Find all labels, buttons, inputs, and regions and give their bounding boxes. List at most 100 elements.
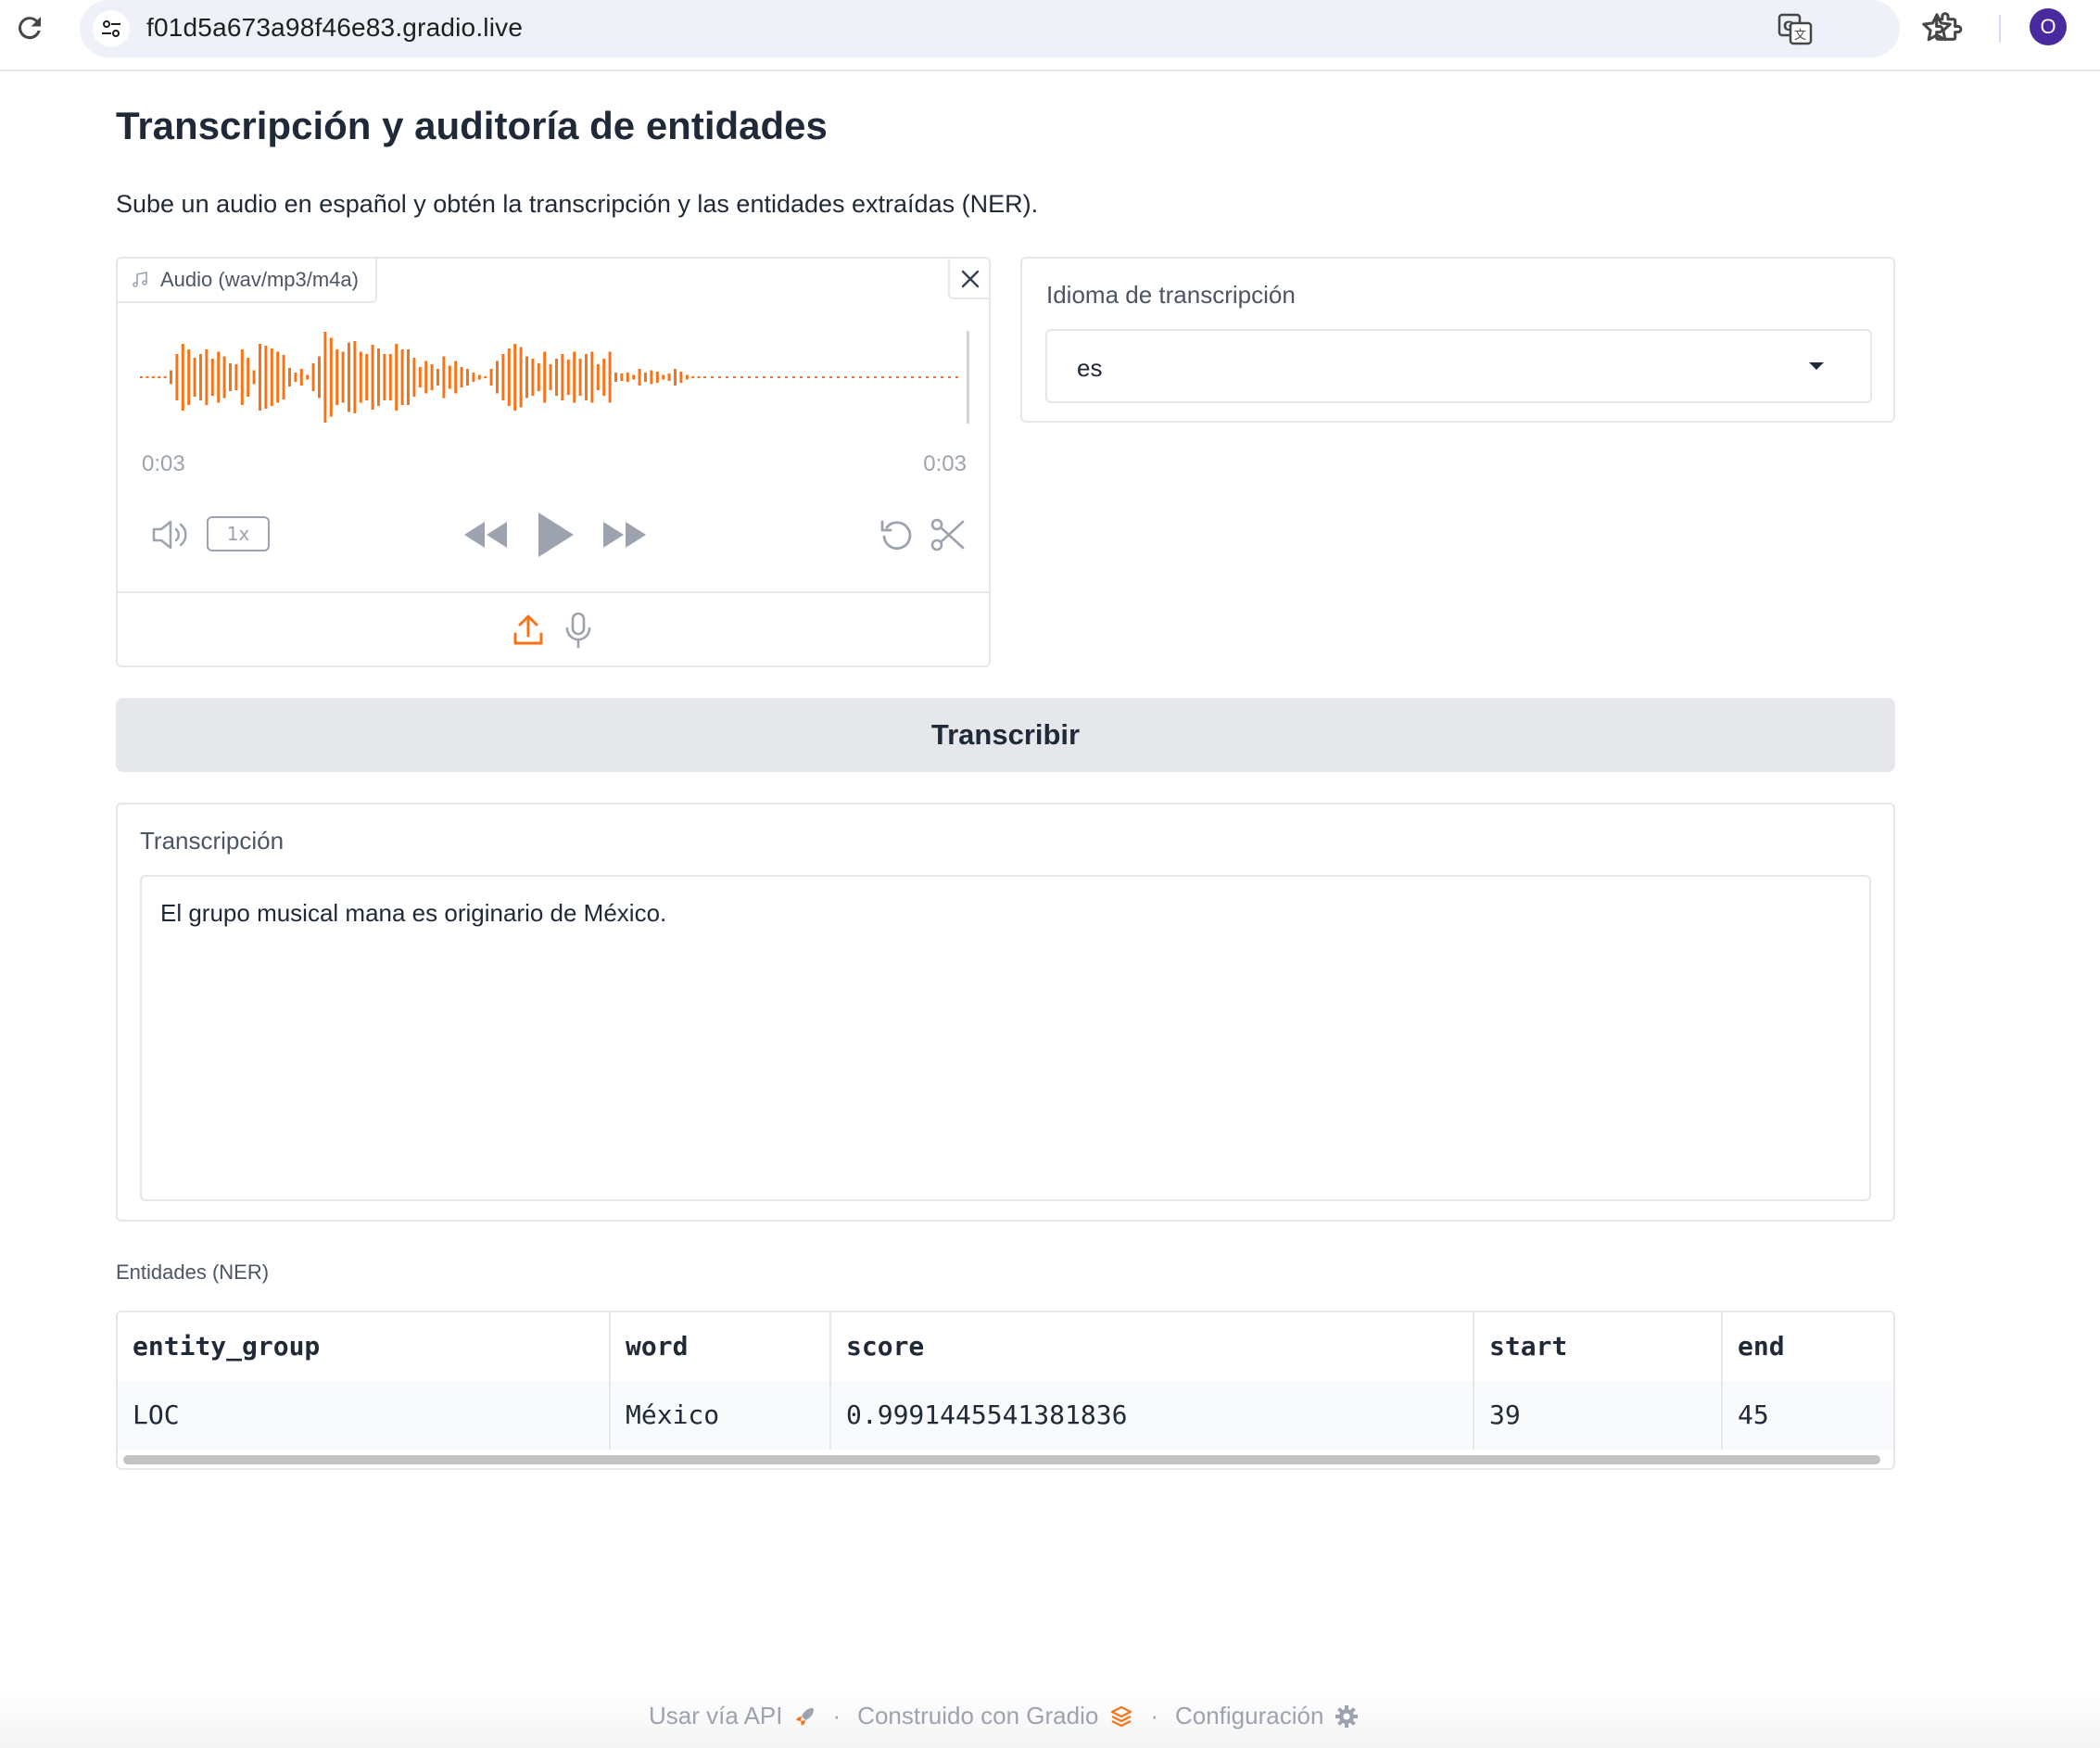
waveform-bar [829,376,832,378]
waveform-bar [294,373,297,382]
waveform-bar [549,364,552,390]
reload-icon[interactable] [13,11,46,44]
waveform-bar [662,374,665,380]
waveform-bar [151,376,155,378]
waveform-bar [424,361,428,394]
waveform-bar [807,376,810,378]
audio-label-text: Audio (wav/mp3/m4a) [160,268,359,291]
waveform-bar [697,376,701,378]
tune-icon [102,20,120,37]
waveform-bar [859,376,862,378]
horizontal-scrollbar[interactable] [123,1455,1880,1464]
waveform-bar [763,376,765,378]
waveform-bar [323,332,327,423]
waveform-bar [638,369,641,386]
table-cell[interactable]: 39 [1474,1381,1723,1450]
waveform-bar [904,376,906,378]
audio-source-bar [118,591,989,665]
waveform-bar [270,348,273,406]
column-header[interactable]: end [1723,1312,1893,1381]
waveform-bar [815,376,817,378]
audio-waveform[interactable] [138,325,972,429]
page-description: Sube un audio en español y obtén la tran… [116,190,1039,218]
footer-links: Usar vía API · Construido con Gradio · C… [649,1702,1359,1730]
waveform-bar [234,364,238,390]
column-header[interactable]: entity_group [118,1312,611,1381]
waveform-bar [941,376,943,378]
table-cell[interactable]: 0.9991445541381836 [831,1381,1474,1450]
waveform-bar [217,351,221,403]
waveform-bar [822,376,825,378]
url-text[interactable]: f01d5a673a98f46e83.gradio.live [146,13,523,43]
waveform-bar [685,374,689,380]
column-header[interactable]: score [831,1312,1474,1381]
scissors-icon[interactable] [929,516,966,553]
waveform-bar [614,373,617,382]
waveform-bar [400,349,404,405]
waveform-bar [341,351,345,403]
waveform-bar [785,376,788,378]
waveform-bar [596,364,600,390]
waveform-bar [911,376,914,378]
microphone-icon[interactable] [564,612,592,649]
playback-rate-button[interactable]: 1x [207,516,270,551]
profile-avatar[interactable]: O [2030,8,2067,45]
settings-link[interactable]: Configuración [1175,1702,1323,1730]
built-with-gradio-link[interactable]: Construido con Gradio [857,1702,1098,1730]
waveform-bar [371,345,374,410]
waveform-bar [163,376,167,378]
column-header[interactable]: word [611,1312,831,1381]
footer-separator: · [1150,1702,1158,1729]
waveform-bar [407,349,410,405]
transcription-textarea[interactable]: El grupo musical mana es originario de M… [140,875,1871,1201]
translate-icon[interactable]: G 文 [1777,12,1813,45]
waveform-bar [655,372,659,383]
waveform-bar [454,361,458,394]
rewind-icon[interactable] [462,518,509,551]
undo-icon[interactable] [879,516,916,553]
language-dropdown[interactable]: es [1045,329,1872,403]
waveform-bar [513,344,517,411]
page-title: Transcripción y auditoría de entidades [116,104,828,147]
waveform-bar [359,351,362,403]
transcribe-button[interactable]: Transcribir [116,698,1895,772]
waveform-bar [867,376,869,378]
waveform-bar [282,355,285,399]
waveform-bar [460,367,463,387]
play-icon[interactable] [533,509,577,561]
transcription-text: El grupo musical mana es originario de M… [160,899,667,927]
waveform-bar [252,370,256,385]
fast-forward-icon[interactable] [601,518,648,551]
waveform-bar [889,376,892,378]
volume-icon[interactable] [150,516,191,553]
waveform-bar [288,368,291,386]
upload-icon[interactable] [512,614,544,647]
waveform-bar [353,341,357,413]
waveform-bar [193,358,196,397]
waveform-bar [674,369,677,386]
waveform-bar [561,354,564,400]
address-bar[interactable]: f01d5a673a98f46e83.gradio.live G 文 [80,0,1952,57]
use-api-link[interactable]: Usar vía API [649,1702,783,1730]
waveform-bar [507,348,511,406]
table-cell[interactable]: LOC [118,1381,611,1450]
clear-audio-button[interactable] [948,259,989,299]
table-cell[interactable]: 45 [1723,1381,1893,1450]
column-header[interactable]: start [1474,1312,1723,1381]
extensions-icon[interactable] [1930,9,1966,46]
waveform-bar [276,351,280,403]
toolbar-divider [1999,15,2001,43]
waveform-bar [299,369,303,386]
waveform-bar [395,344,398,411]
waveform-bar [602,359,606,396]
site-info-button[interactable] [93,10,130,47]
waveform-bar [259,344,261,411]
language-component: Idioma de transcripción es [1020,257,1895,423]
waveform-bar [472,373,475,382]
waveform-bar [318,356,321,399]
waveform-bar [543,351,547,403]
waveform-bar [199,354,202,400]
table-cell[interactable]: México [611,1381,831,1450]
waveform-bar [519,347,523,408]
playhead-cursor[interactable] [967,331,969,424]
